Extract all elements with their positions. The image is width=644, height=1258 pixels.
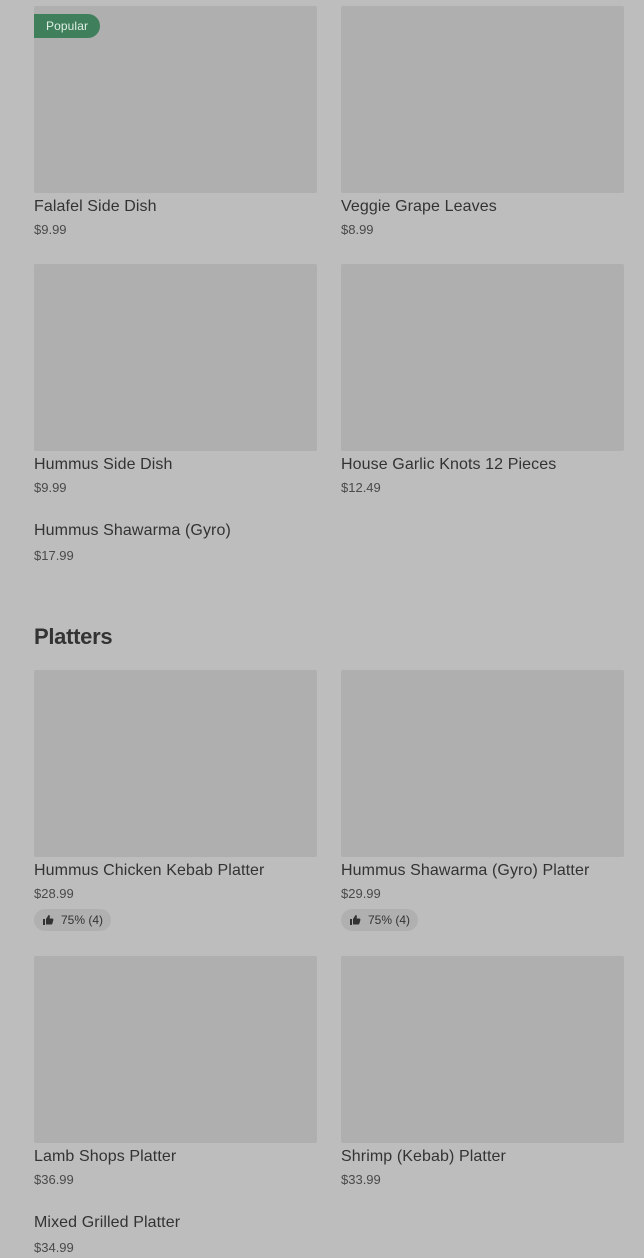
item-name[interactable]: Mixed Grilled Platter	[34, 1213, 180, 1233]
item-price: $9.99	[34, 222, 67, 237]
item-image[interactable]	[34, 264, 317, 451]
item-price: $17.99	[34, 548, 74, 563]
thumbs-up-icon	[42, 914, 54, 926]
item-image[interactable]	[34, 670, 317, 857]
rating-badge: 75% (4)	[34, 909, 112, 931]
item-price: $8.99	[341, 222, 374, 237]
item-price: $33.99	[341, 1172, 381, 1187]
item-image[interactable]	[341, 956, 624, 1143]
item-price: $36.99	[34, 1172, 74, 1187]
rating-text: 75% (4)	[61, 913, 104, 927]
item-price: $9.99	[34, 480, 67, 495]
popular-badge: Popular	[34, 14, 101, 38]
item-name[interactable]: Falafel Side Dish	[34, 197, 157, 217]
item-image[interactable]	[341, 670, 624, 857]
section-title: Platters	[34, 624, 113, 649]
item-name[interactable]: Lamb Shops Platter	[34, 1147, 176, 1167]
item-name[interactable]: Shrimp (Kebab) Platter	[341, 1147, 506, 1167]
item-price: $28.99	[34, 886, 74, 901]
item-image[interactable]	[341, 264, 624, 451]
item-image[interactable]	[341, 6, 624, 193]
thumbs-up-icon	[349, 914, 361, 926]
item-name[interactable]: Hummus Shawarma (Gyro)	[34, 521, 231, 541]
item-price: $29.99	[341, 886, 381, 901]
item-price: $12.49	[341, 480, 381, 495]
item-name[interactable]: Hummus Chicken Kebab Platter	[34, 861, 264, 881]
rating-badge: 75% (4)	[341, 909, 419, 931]
item-image[interactable]	[34, 956, 317, 1143]
item-name[interactable]: Hummus Shawarma (Gyro) Platter	[341, 861, 589, 881]
rating-text: 75% (4)	[368, 913, 411, 927]
item-name[interactable]: Hummus Side Dish	[34, 455, 173, 475]
item-price: $34.99	[34, 1240, 74, 1255]
item-name[interactable]: House Garlic Knots 12 Pieces	[341, 455, 556, 475]
item-name[interactable]: Veggie Grape Leaves	[341, 197, 497, 217]
